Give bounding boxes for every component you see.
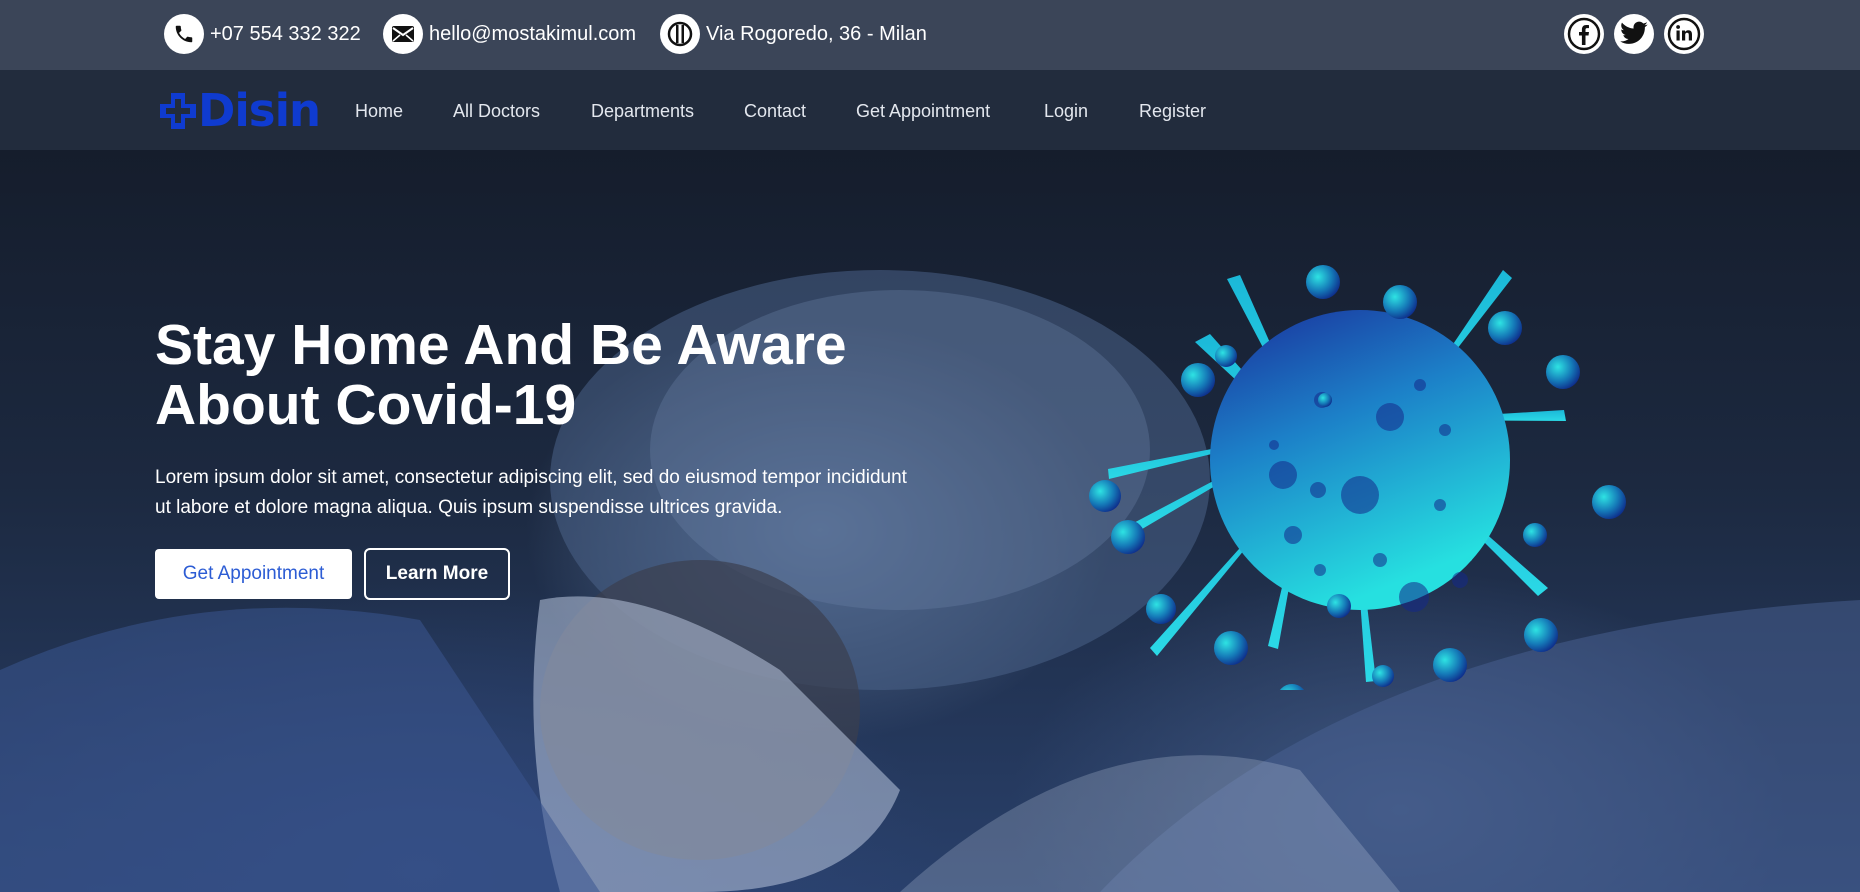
facebook-icon[interactable] bbox=[1564, 14, 1604, 54]
hero-description: Lorem ipsum dolor sit amet, consectetur … bbox=[155, 467, 907, 518]
location-icon bbox=[660, 14, 700, 54]
brand-logo[interactable]: Disin bbox=[158, 84, 321, 137]
nav-get-appointment[interactable]: Get Appointment bbox=[856, 101, 990, 122]
address-contact: Via Rogoredo, 36 - Milan bbox=[660, 14, 927, 54]
nav-register[interactable]: Register bbox=[1139, 101, 1206, 122]
linkedin-icon[interactable] bbox=[1664, 14, 1704, 54]
address-text: Via Rogoredo, 36 - Milan bbox=[706, 22, 927, 45]
nav-all-doctors[interactable]: All Doctors bbox=[453, 101, 540, 122]
email-contact[interactable]: hello@mostakimul.com bbox=[383, 14, 636, 54]
email-address: hello@mostakimul.com bbox=[429, 22, 637, 45]
virus-body bbox=[1210, 310, 1510, 610]
envelope-icon bbox=[383, 14, 423, 54]
phone-icon bbox=[164, 14, 204, 54]
medical-cross-icon bbox=[160, 92, 196, 129]
nav-departments[interactable]: Departments bbox=[591, 101, 694, 122]
phone-contact[interactable]: +07 554 332 322 bbox=[164, 14, 361, 54]
topbar: +07 554 332 322 hello@mostakimul.com Via… bbox=[0, 0, 1860, 70]
nav-login[interactable]: Login bbox=[1044, 101, 1088, 122]
nav-home[interactable]: Home bbox=[355, 101, 403, 122]
coronavirus-illustration bbox=[1089, 265, 1626, 690]
get-appointment-button[interactable]: Get Appointment bbox=[155, 549, 352, 599]
hero-section: Stay Home And Be Aware About Covid-19 Lo… bbox=[0, 150, 1860, 892]
hero-title: Stay Home And Be Aware About Covid-19 bbox=[155, 313, 847, 437]
phone-number: +07 554 332 322 bbox=[210, 22, 361, 45]
brand-name: Disin bbox=[198, 84, 321, 137]
learn-more-button[interactable]: Learn More bbox=[364, 548, 510, 600]
nav-contact[interactable]: Contact bbox=[744, 101, 806, 122]
twitter-icon[interactable] bbox=[1614, 14, 1654, 54]
